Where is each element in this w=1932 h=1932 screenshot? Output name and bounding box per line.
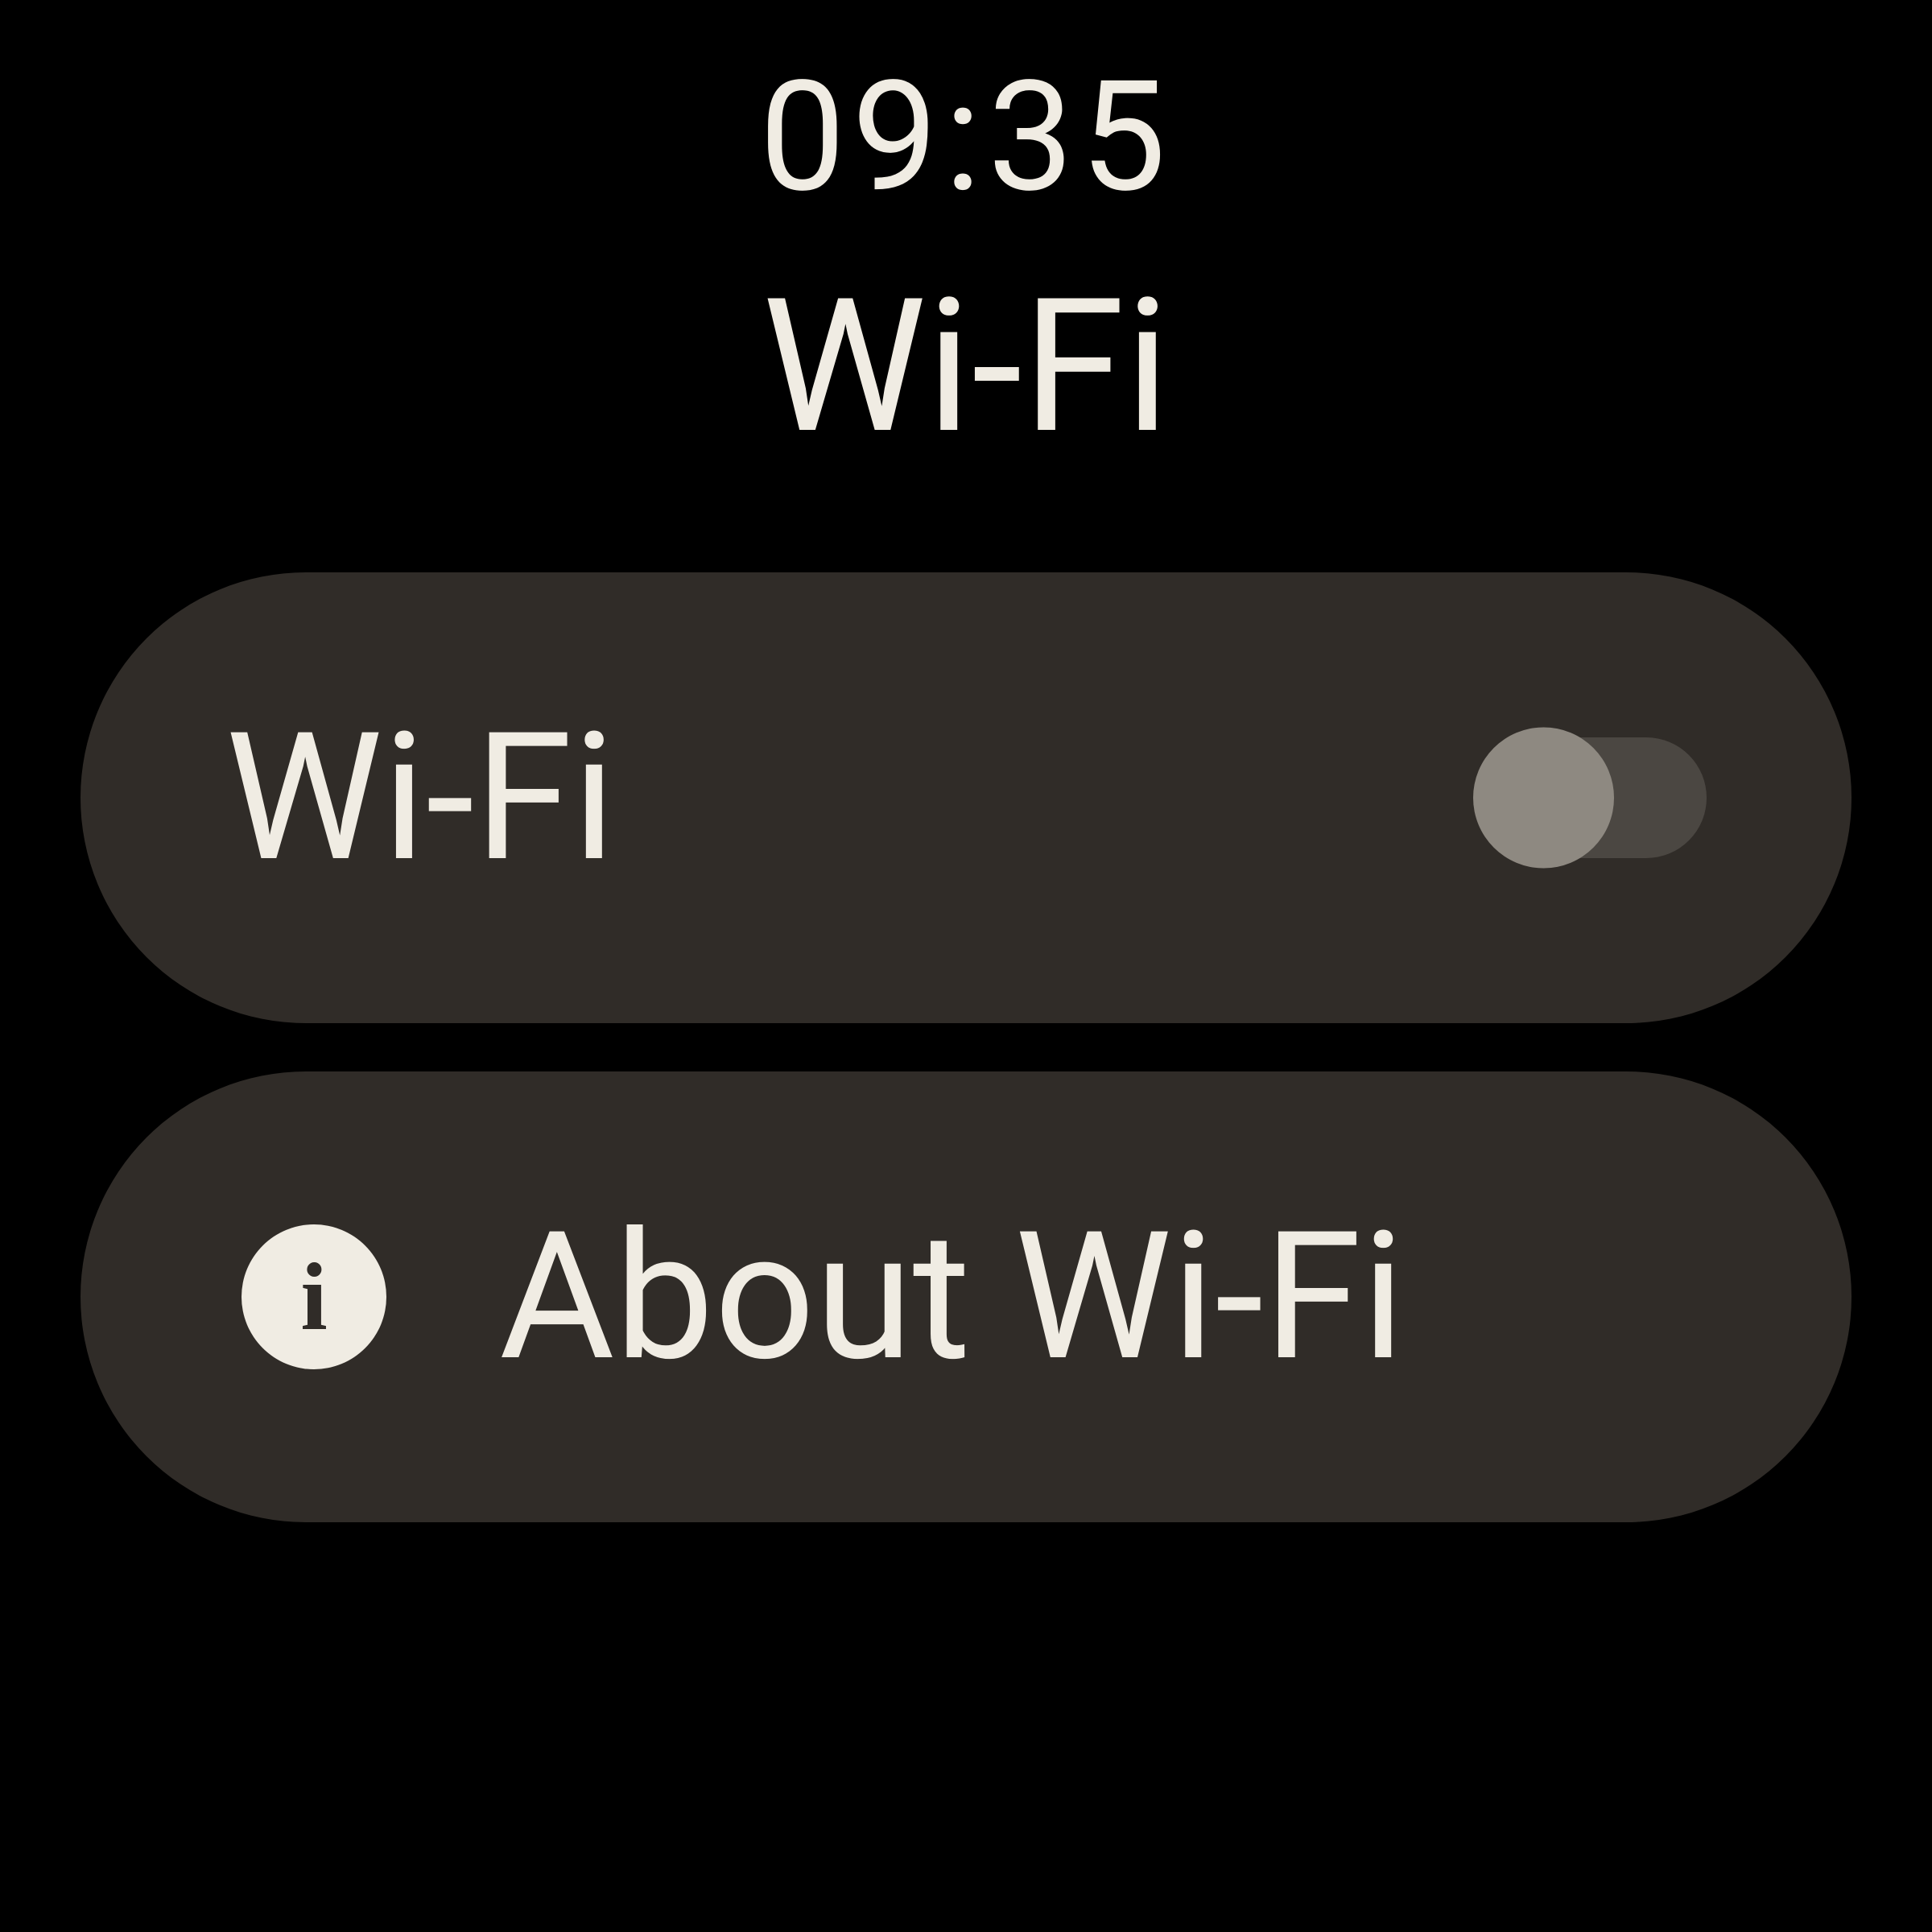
wifi-toggle-switch[interactable] xyxy=(1481,737,1707,858)
status-bar-clock: 09:35 xyxy=(759,48,1172,227)
wifi-toggle-row[interactable]: Wi-Fi xyxy=(80,572,1852,1023)
toggle-knob xyxy=(1473,728,1614,869)
wifi-settings-screen: 09:35 Wi-Fi Wi-Fi i About Wi-Fi xyxy=(0,0,1932,1932)
wifi-toggle-label: Wi-Fi xyxy=(225,694,616,902)
about-wifi-label: About Wi-Fi xyxy=(499,1193,1405,1401)
info-icon: i xyxy=(242,1224,386,1369)
about-wifi-row[interactable]: i About Wi-Fi xyxy=(80,1071,1852,1522)
info-icon-glyph: i xyxy=(300,1241,327,1352)
page-title: Wi-Fi xyxy=(762,259,1170,476)
